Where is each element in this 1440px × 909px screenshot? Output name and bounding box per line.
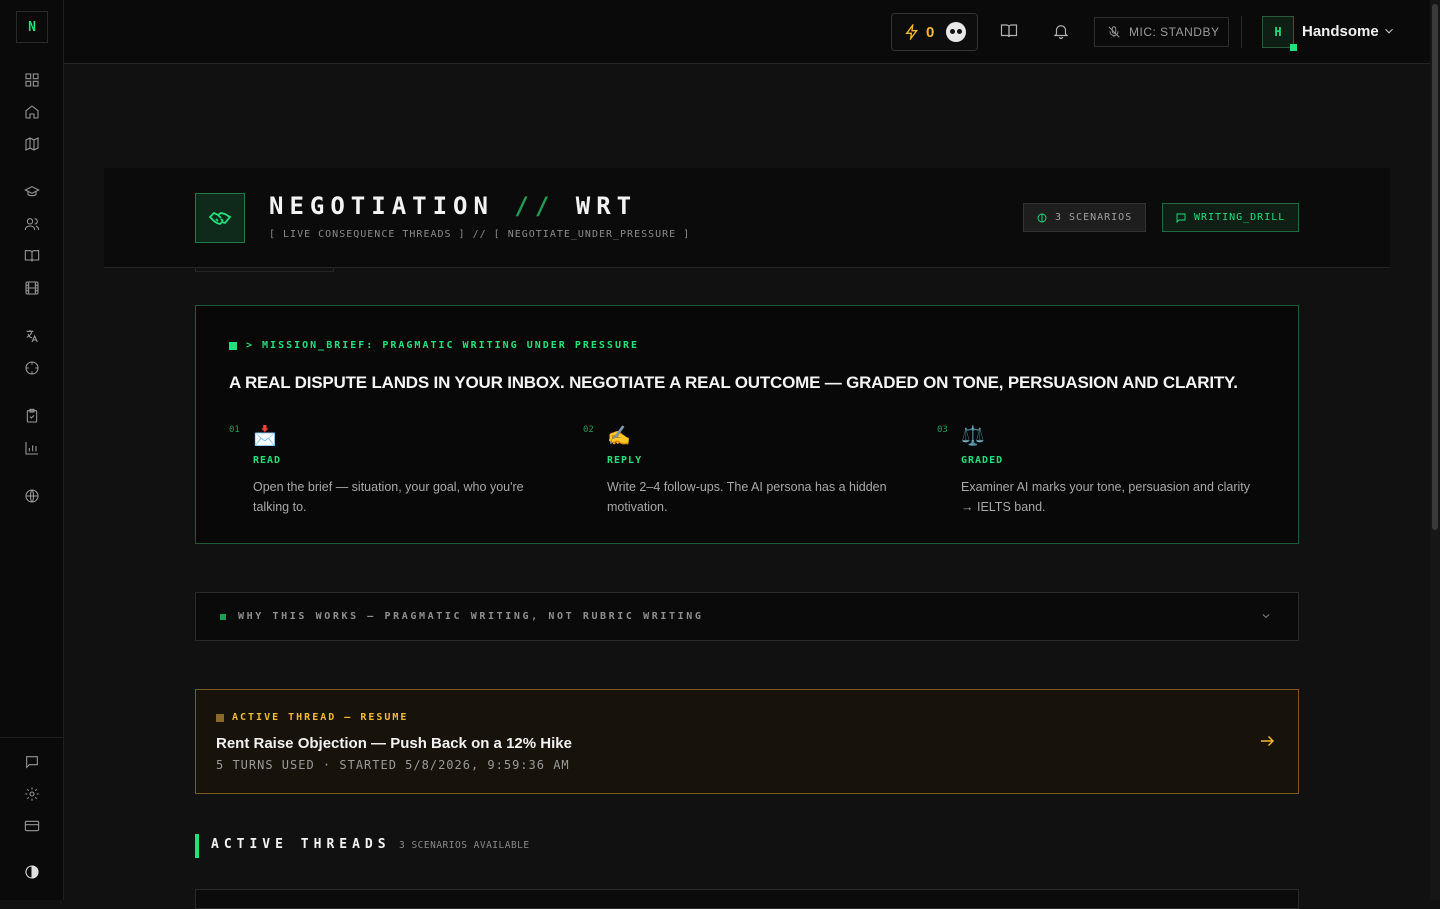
page-title-separator: // — [514, 192, 556, 220]
scrollbar-thumb[interactable] — [1432, 4, 1438, 530]
step-description: Write 2–4 follow-ups. The AI persona has… — [607, 480, 887, 514]
page-title: NEGOTIATION // WRT — [269, 192, 637, 220]
graduation-cap-icon[interactable] — [22, 182, 42, 202]
mic-status-label: MIC: STANDBY — [1129, 25, 1220, 39]
chevron-down-icon — [1260, 609, 1274, 623]
writing-drill-badge: WRITING_DRILL — [1162, 203, 1299, 232]
target-icon[interactable] — [22, 358, 42, 378]
user-name[interactable]: Handsome — [1302, 23, 1379, 40]
step-number: 03 — [937, 425, 948, 435]
topbar: 0 MIC: STANDBY H Handsome — [64, 0, 1430, 64]
mic-status-button[interactable]: MIC: STANDBY — [1094, 17, 1229, 47]
chat-icon — [1176, 213, 1186, 223]
book-open-icon[interactable] — [1000, 22, 1020, 42]
mic-off-icon — [1108, 26, 1120, 38]
page-header: NEGOTIATION // WRT [ LIVE CONSEQUENCE TH… — [104, 168, 1390, 268]
header-tab-edge — [195, 268, 334, 272]
skull-avatar-icon — [946, 22, 967, 42]
app-logo[interactable]: N — [16, 11, 48, 43]
page-title-primary: NEGOTIATION — [269, 192, 494, 220]
xp-counter[interactable]: 0 — [891, 13, 978, 51]
thread-card[interactable] — [195, 889, 1299, 909]
step-title: READ — [253, 455, 282, 466]
status-square — [229, 341, 237, 350]
sidebar: N — [0, 0, 64, 900]
step-title: REPLY — [607, 455, 643, 466]
scenarios-badge-label: 3 SCENARIOS — [1055, 212, 1133, 223]
page-subtitle: [ LIVE CONSEQUENCE THREADS ] // [ NEGOTI… — [269, 229, 691, 240]
user-avatar[interactable]: H — [1262, 16, 1297, 51]
section-accent-bar — [195, 834, 199, 858]
users-icon[interactable] — [22, 214, 42, 234]
mission-brief-label-text: > MISSION_BRIEF: PRAGMATIC WRITING UNDER… — [246, 340, 640, 351]
page-title-secondary: WRT — [575, 192, 638, 220]
translate-icon[interactable] — [22, 326, 42, 346]
home-icon[interactable] — [22, 102, 42, 122]
topbar-divider — [1241, 16, 1242, 48]
globe-icon[interactable] — [22, 486, 42, 506]
step-description: Examiner AI marks your tone, persuasion … — [961, 480, 1251, 514]
why-this-works-accordion[interactable]: WHY THIS WORKS — PRAGMATIC WRITING, NOT … — [195, 592, 1299, 641]
clipboard-icon[interactable] — [22, 406, 42, 426]
writing-drill-badge-label: WRITING_DRILL — [1194, 212, 1286, 223]
scenarios-badge: 3 SCENARIOS — [1023, 203, 1146, 232]
why-this-works-label: WHY THIS WORKS — PRAGMATIC WRITING, NOT … — [238, 611, 704, 622]
mission-brief-label: > MISSION_BRIEF: PRAGMATIC WRITING UNDER… — [229, 340, 639, 351]
step-description: Open the brief — situation, your goal, w… — [253, 480, 524, 514]
step-title: GRADED — [961, 455, 1004, 466]
inbox-envelope-icon: 📩 — [253, 426, 277, 447]
message-icon[interactable] — [22, 752, 42, 772]
film-icon[interactable] — [22, 278, 42, 298]
contrast-icon[interactable] — [22, 862, 42, 882]
status-square — [220, 613, 226, 620]
xp-value: 0 — [926, 23, 935, 41]
resume-label-text: ACTIVE THREAD — RESUME — [232, 712, 409, 723]
lightning-icon — [905, 24, 918, 40]
avatar-initial: H — [1274, 25, 1282, 39]
settings-icon[interactable] — [22, 784, 42, 804]
online-status-dot — [1290, 44, 1297, 51]
brain-icon — [1037, 213, 1047, 222]
step-number: 01 — [229, 425, 240, 435]
step-number: 02 — [583, 425, 594, 435]
mission-brief-card: > MISSION_BRIEF: PRAGMATIC WRITING UNDER… — [195, 305, 1299, 544]
credit-card-icon[interactable] — [22, 816, 42, 836]
bar-chart-icon[interactable] — [22, 438, 42, 458]
section-count: 3 SCENARIOS AVAILABLE — [399, 840, 530, 851]
writing-hand-icon: ✍️ — [607, 426, 631, 447]
resume-thread-card[interactable]: ACTIVE THREAD — RESUME Rent Raise Object… — [195, 689, 1299, 794]
resume-thread-title: Rent Raise Objection — Push Back on a 12… — [216, 735, 572, 752]
handshake-icon — [195, 193, 245, 243]
sidebar-divider — [0, 737, 64, 738]
dashboard-icon[interactable] — [22, 70, 42, 90]
bell-icon[interactable] — [1052, 22, 1072, 42]
map-icon[interactable] — [22, 134, 42, 154]
mission-brief-headline: A REAL DISPUTE LANDS IN YOUR INBOX. NEGO… — [229, 373, 1238, 392]
status-square — [216, 713, 224, 722]
chevron-down-icon[interactable] — [1382, 24, 1398, 40]
section-title: ACTIVE THREADS — [211, 837, 391, 852]
book-icon[interactable] — [22, 246, 42, 266]
resume-label: ACTIVE THREAD — RESUME — [216, 712, 408, 723]
scales-icon: ⚖️ — [961, 426, 985, 447]
resume-thread-meta: 5 TURNS USED · STARTED 5/8/2026, 9:59:36… — [216, 758, 570, 772]
arrow-right-icon[interactable] — [1258, 732, 1278, 752]
